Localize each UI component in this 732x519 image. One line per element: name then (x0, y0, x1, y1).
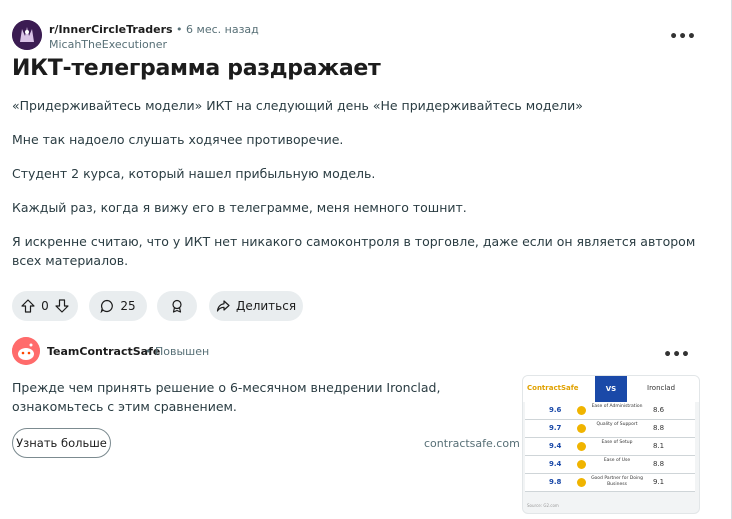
comments-button[interactable]: 25 (89, 291, 147, 321)
vote-count: 0 (41, 299, 49, 313)
thumbnail-header: ContractSafe VS Ironclad (523, 376, 699, 402)
advertiser-name[interactable]: TeamContractSafe (47, 345, 160, 358)
ad-more-options-icon[interactable]: ••• (663, 347, 690, 363)
thumbnail-badge-icon (577, 460, 586, 469)
post-paragraph: Студент 2 курса, который нашел прибыльну… (12, 166, 376, 181)
thumbnail-criterion: Quality of Support (596, 422, 638, 427)
thumbnail-badge-icon (577, 478, 586, 487)
promoted-label: • Повышен (145, 345, 210, 358)
post-body: «Придерживайтесь модели» ИКТ на следующи… (12, 96, 702, 285)
thumbnail-row: 9.4 Ease of Setup 8.1 (525, 438, 695, 456)
post-title: ИКТ-телеграмма раздражает (12, 56, 381, 81)
thumbnail-right-score: 9.1 (653, 478, 665, 486)
share-button[interactable]: Делиться (209, 291, 303, 321)
award-icon (170, 299, 184, 313)
post-paragraph: Мне так надоело слушать ходячее противор… (12, 132, 344, 147)
share-label: Делиться (235, 299, 297, 313)
thumbnail-right-score: 8.6 (653, 406, 665, 414)
advertiser-avatar[interactable] (12, 337, 40, 365)
thumbnail-badge-icon (577, 442, 586, 451)
thumbnail-badge-icon (577, 406, 586, 415)
thumbnail-criterion: Ease of Setup (601, 440, 633, 445)
ad-text[interactable]: Прежде чем принять решение о 6-месячном … (12, 378, 512, 416)
comment-icon (100, 299, 114, 313)
comment-count: 25 (120, 299, 136, 313)
thumbnail-footer: Source: G2.com (527, 503, 559, 508)
thumbnail-left-score: 9.4 (549, 460, 562, 468)
thumbnail-row: 9.4 Ease of Use 8.8 (525, 456, 695, 474)
thumbnail-row: 9.6 Ease of Administration 8.6 (525, 402, 695, 420)
post-paragraph: Каждый раз, когда я вижу его в телеграмм… (12, 200, 467, 215)
thumbnail-criterion: Ease of Use (603, 458, 631, 463)
thumbnail-badge-icon (577, 424, 586, 433)
upvote-icon[interactable] (21, 299, 35, 313)
subreddit-avatar[interactable] (12, 20, 42, 50)
thumbnail-left-score: 9.4 (549, 442, 562, 450)
thumbnail-right-score: 8.8 (653, 460, 665, 468)
ad-domain[interactable]: contractsafe.com (424, 437, 520, 450)
thumbnail-row: 9.8 Good Partner for Doing Business 9.1 (525, 474, 695, 492)
post-author[interactable]: MicahTheExecutioner (49, 38, 167, 51)
post-paragraph: «Придерживайтесь модели» ИКТ на следующи… (12, 98, 583, 113)
thumbnail-right-brand: Ironclad (647, 384, 676, 392)
thumbnail-left-score: 9.8 (549, 478, 562, 486)
award-button[interactable] (157, 291, 197, 321)
thumbnail-criterion: Good Partner for Doing Business (591, 476, 643, 487)
post-header: r/InnerCircleTraders • 6 мес. назад Mica… (12, 14, 702, 52)
promoted-post: TeamContractSafe • Повышен ••• Прежде че… (12, 335, 702, 515)
post-meta: r/InnerCircleTraders • 6 мес. назад (49, 23, 259, 36)
thumbnail-right-score: 8.1 (653, 442, 665, 450)
learn-more-button[interactable]: Узнать больше (12, 428, 111, 458)
post-age: 6 мес. назад (186, 23, 259, 36)
thumbnail-row: 9.7 Quality of Support 8.8 (525, 420, 695, 438)
thumbnail-left-brand: ContractSafe (527, 384, 579, 392)
thumbnail-left-score: 9.7 (549, 424, 562, 432)
post-paragraph: Я искренне считаю, что у ИКТ нет никаког… (12, 234, 696, 268)
post-more-options-icon[interactable]: ••• (669, 30, 696, 44)
thumbnail-vs-badge: VS (595, 376, 627, 402)
meta-separator: • (172, 23, 187, 36)
thumbnail-right-score: 8.8 (653, 424, 665, 432)
thumbnail-left-score: 9.6 (549, 406, 562, 414)
subreddit-name[interactable]: r/InnerCircleTraders (49, 23, 173, 36)
ad-thumbnail[interactable]: ContractSafe VS Ironclad 9.6 Ease of Adm… (522, 375, 700, 514)
post-card: r/InnerCircleTraders • 6 мес. назад Mica… (12, 14, 702, 321)
downvote-icon[interactable] (55, 299, 69, 313)
share-icon (216, 299, 230, 313)
vote-group: 0 (12, 291, 78, 321)
thumbnail-criterion: Ease of Administration (591, 404, 643, 409)
